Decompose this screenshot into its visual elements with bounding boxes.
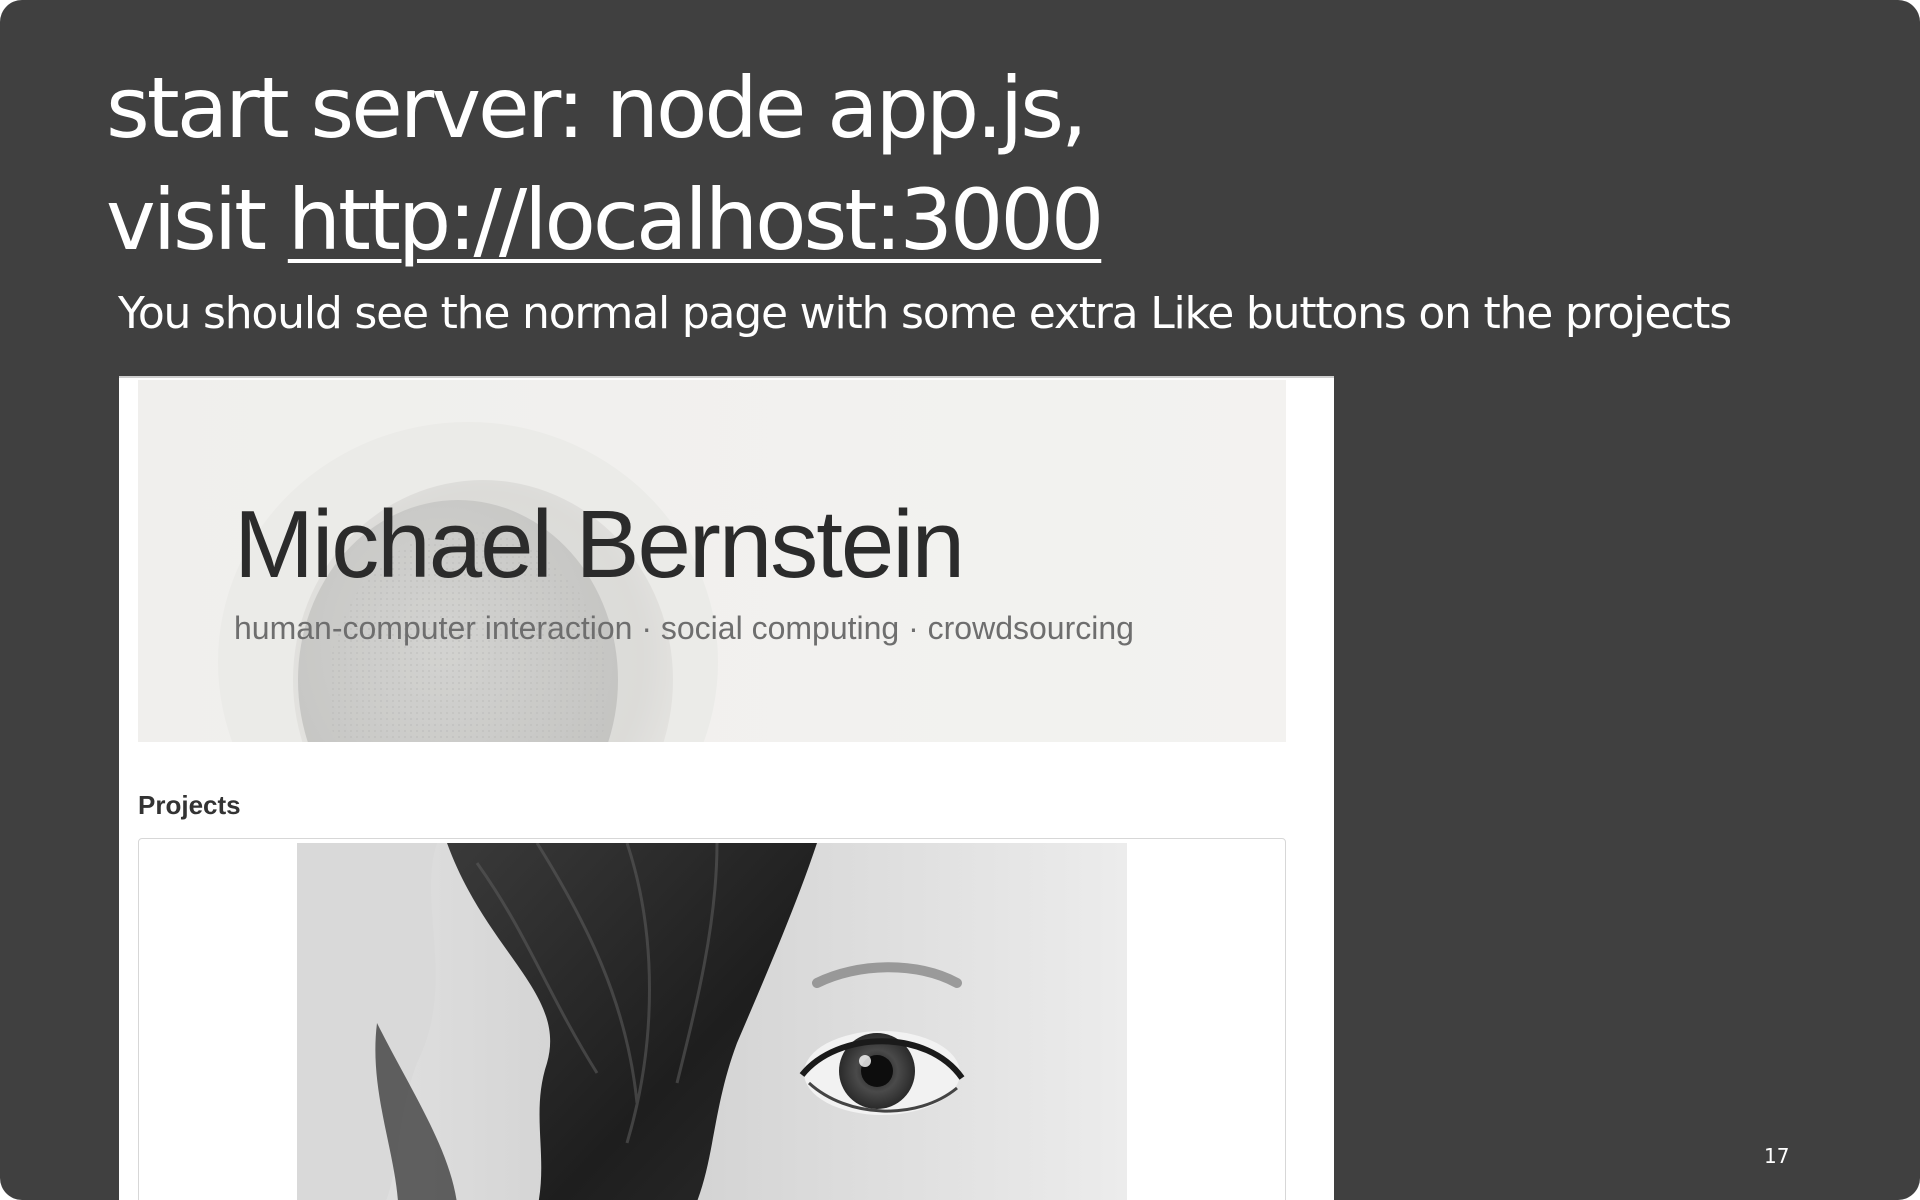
slide: start server: node app.js, visit http://… bbox=[0, 0, 1920, 1200]
slide-title-line-2: visit http://localhost:3000 bbox=[106, 170, 1104, 270]
projects-heading: Projects bbox=[138, 790, 241, 820]
localhost-link[interactable]: http://localhost:3000 bbox=[288, 171, 1104, 269]
site-tagline: human-computer interaction · social comp… bbox=[234, 610, 1134, 646]
site-hero-banner: Michael Bernstein human-computer interac… bbox=[138, 380, 1286, 742]
slide-title-line-1: start server: node app.js, bbox=[106, 59, 1088, 157]
title-visit-prefix: visit bbox=[106, 171, 288, 269]
site-name: Michael Bernstein bbox=[234, 491, 965, 598]
face-photo[interactable] bbox=[297, 843, 1127, 1200]
slide-subtitle: You should see the normal page with some… bbox=[118, 288, 1732, 339]
slide-number: 17 bbox=[1764, 1144, 1790, 1168]
website-screenshot: Michael Bernstein human-computer interac… bbox=[119, 376, 1334, 1200]
project-card[interactable] bbox=[138, 838, 1286, 1200]
